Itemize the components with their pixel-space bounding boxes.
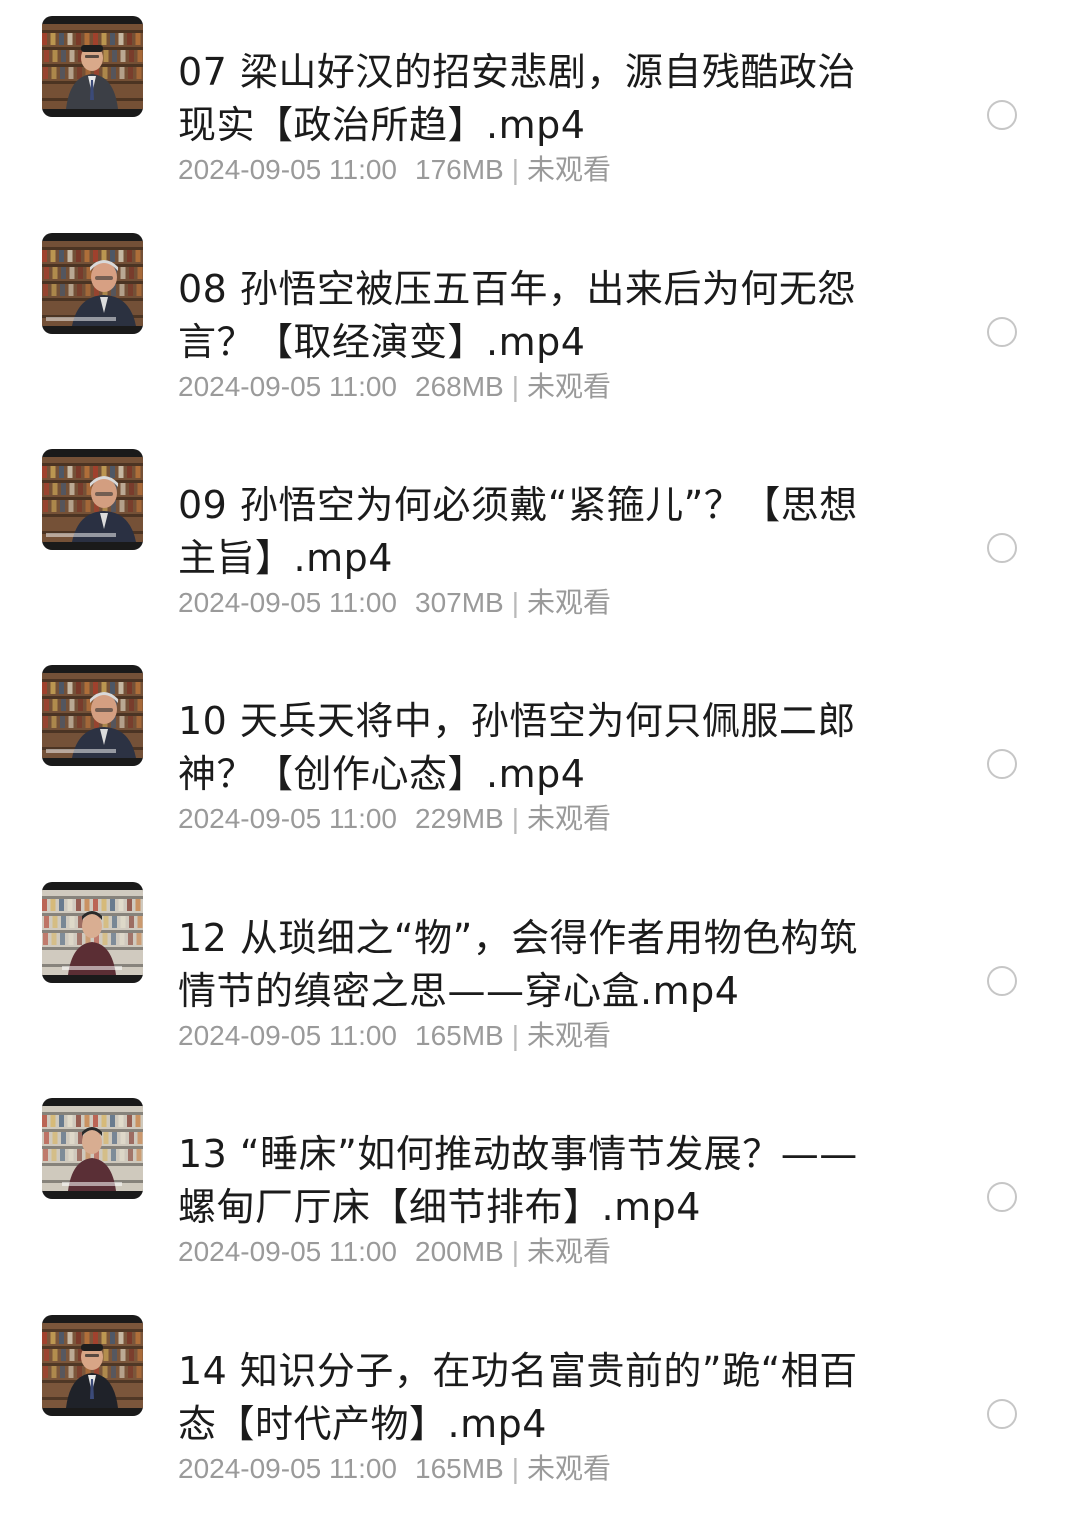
watch-status: 未观看 bbox=[527, 1020, 612, 1051]
meta-separator: | bbox=[511, 1453, 519, 1484]
watch-status: 未观看 bbox=[527, 154, 612, 185]
file-meta: 2024-09-05 11:00 307MB | 未观看 bbox=[178, 586, 611, 620]
file-size: 268MB bbox=[415, 371, 504, 402]
file-title[interactable]: 13 “睡床”如何推动故事情节发展？—— 螺甸厂厅床【细节排布】.mp4 bbox=[178, 1128, 878, 1234]
select-radio[interactable] bbox=[987, 749, 1017, 779]
file-meta: 2024-09-05 11:00 165MB | 未观看 bbox=[178, 1019, 611, 1053]
video-thumbnail-icon[interactable] bbox=[42, 665, 143, 766]
video-thumbnail-icon[interactable] bbox=[42, 233, 143, 334]
file-size: 176MB bbox=[415, 154, 504, 185]
meta-separator: | bbox=[511, 1236, 519, 1267]
watch-status: 未观看 bbox=[527, 371, 612, 402]
select-radio[interactable] bbox=[987, 533, 1017, 563]
file-row[interactable]: 14 知识分子，在功名富贵前的”跪“相百 态【时代产物】.mp4 2024-09… bbox=[0, 1299, 1080, 1499]
video-thumbnail-icon[interactable] bbox=[42, 882, 143, 983]
watch-status: 未观看 bbox=[527, 1236, 612, 1267]
select-radio[interactable] bbox=[987, 1399, 1017, 1429]
select-radio[interactable] bbox=[987, 1182, 1017, 1212]
video-thumbnail-icon[interactable] bbox=[42, 1315, 143, 1416]
select-radio[interactable] bbox=[987, 317, 1017, 347]
thumbnail-image bbox=[42, 24, 143, 109]
file-meta: 2024-09-05 11:00 200MB | 未观看 bbox=[178, 1235, 611, 1269]
file-date: 2024-09-05 11:00 bbox=[178, 154, 397, 185]
meta-separator: | bbox=[511, 587, 519, 618]
thumbnail-image bbox=[42, 890, 143, 975]
file-title[interactable]: 14 知识分子，在功名富贵前的”跪“相百 态【时代产物】.mp4 bbox=[178, 1345, 878, 1451]
file-row[interactable]: 10 天兵天将中，孙悟空为何只佩服二郎 神？【创作心态】.mp4 2024-09… bbox=[0, 649, 1080, 849]
file-meta: 2024-09-05 11:00 176MB | 未观看 bbox=[178, 153, 611, 187]
file-meta: 2024-09-05 11:00 229MB | 未观看 bbox=[178, 802, 611, 836]
thumbnail-image bbox=[42, 241, 143, 326]
thumbnail-image bbox=[42, 457, 143, 542]
file-title[interactable]: 08 孙悟空被压五百年，出来后为何无怨 言？【取经演变】.mp4 bbox=[178, 263, 878, 369]
file-date: 2024-09-05 11:00 bbox=[178, 1453, 397, 1484]
select-radio[interactable] bbox=[987, 100, 1017, 130]
file-row[interactable]: 09 孙悟空为何必须戴“紧箍儿”？【思想 主旨】.mp4 2024-09-05 … bbox=[0, 433, 1080, 633]
file-date: 2024-09-05 11:00 bbox=[178, 1020, 397, 1051]
file-size: 165MB bbox=[415, 1020, 504, 1051]
video-thumbnail-icon[interactable] bbox=[42, 1098, 143, 1199]
file-date: 2024-09-05 11:00 bbox=[178, 803, 397, 834]
video-thumbnail-icon[interactable] bbox=[42, 16, 143, 117]
select-radio[interactable] bbox=[987, 966, 1017, 996]
file-meta: 2024-09-05 11:00 165MB | 未观看 bbox=[178, 1452, 611, 1486]
watch-status: 未观看 bbox=[527, 1453, 612, 1484]
file-size: 165MB bbox=[415, 1453, 504, 1484]
file-row[interactable]: 13 “睡床”如何推动故事情节发展？—— 螺甸厂厅床【细节排布】.mp4 202… bbox=[0, 1082, 1080, 1282]
meta-separator: | bbox=[511, 371, 519, 402]
watch-status: 未观看 bbox=[527, 587, 612, 618]
thumbnail-image bbox=[42, 1323, 143, 1408]
meta-separator: | bbox=[511, 154, 519, 185]
file-row[interactable]: 12 从琐细之“物”，会得作者用物色构筑 情节的缜密之思——穿心盒.mp4 20… bbox=[0, 866, 1080, 1066]
file-size: 307MB bbox=[415, 587, 504, 618]
video-file-list: 07 梁山好汉的招安悲剧，源自残酷政治 现实【政治所趋】.mp4 2024-09… bbox=[0, 0, 1080, 1522]
file-row[interactable]: 07 梁山好汉的招安悲剧，源自残酷政治 现实【政治所趋】.mp4 2024-09… bbox=[0, 0, 1080, 200]
meta-separator: | bbox=[511, 803, 519, 834]
file-title[interactable]: 09 孙悟空为何必须戴“紧箍儿”？【思想 主旨】.mp4 bbox=[178, 479, 878, 585]
video-thumbnail-icon[interactable] bbox=[42, 449, 143, 550]
file-date: 2024-09-05 11:00 bbox=[178, 371, 397, 402]
file-meta: 2024-09-05 11:00 268MB | 未观看 bbox=[178, 370, 611, 404]
file-title[interactable]: 10 天兵天将中，孙悟空为何只佩服二郎 神？【创作心态】.mp4 bbox=[178, 695, 878, 801]
watch-status: 未观看 bbox=[527, 803, 612, 834]
file-row[interactable]: 08 孙悟空被压五百年，出来后为何无怨 言？【取经演变】.mp4 2024-09… bbox=[0, 217, 1080, 417]
file-size: 200MB bbox=[415, 1236, 504, 1267]
thumbnail-image bbox=[42, 673, 143, 758]
file-title[interactable]: 07 梁山好汉的招安悲剧，源自残酷政治 现实【政治所趋】.mp4 bbox=[178, 46, 878, 152]
meta-separator: | bbox=[511, 1020, 519, 1051]
file-title[interactable]: 12 从琐细之“物”，会得作者用物色构筑 情节的缜密之思——穿心盒.mp4 bbox=[178, 912, 878, 1018]
thumbnail-image bbox=[42, 1106, 143, 1191]
file-date: 2024-09-05 11:00 bbox=[178, 1236, 397, 1267]
file-size: 229MB bbox=[415, 803, 504, 834]
file-date: 2024-09-05 11:00 bbox=[178, 587, 397, 618]
